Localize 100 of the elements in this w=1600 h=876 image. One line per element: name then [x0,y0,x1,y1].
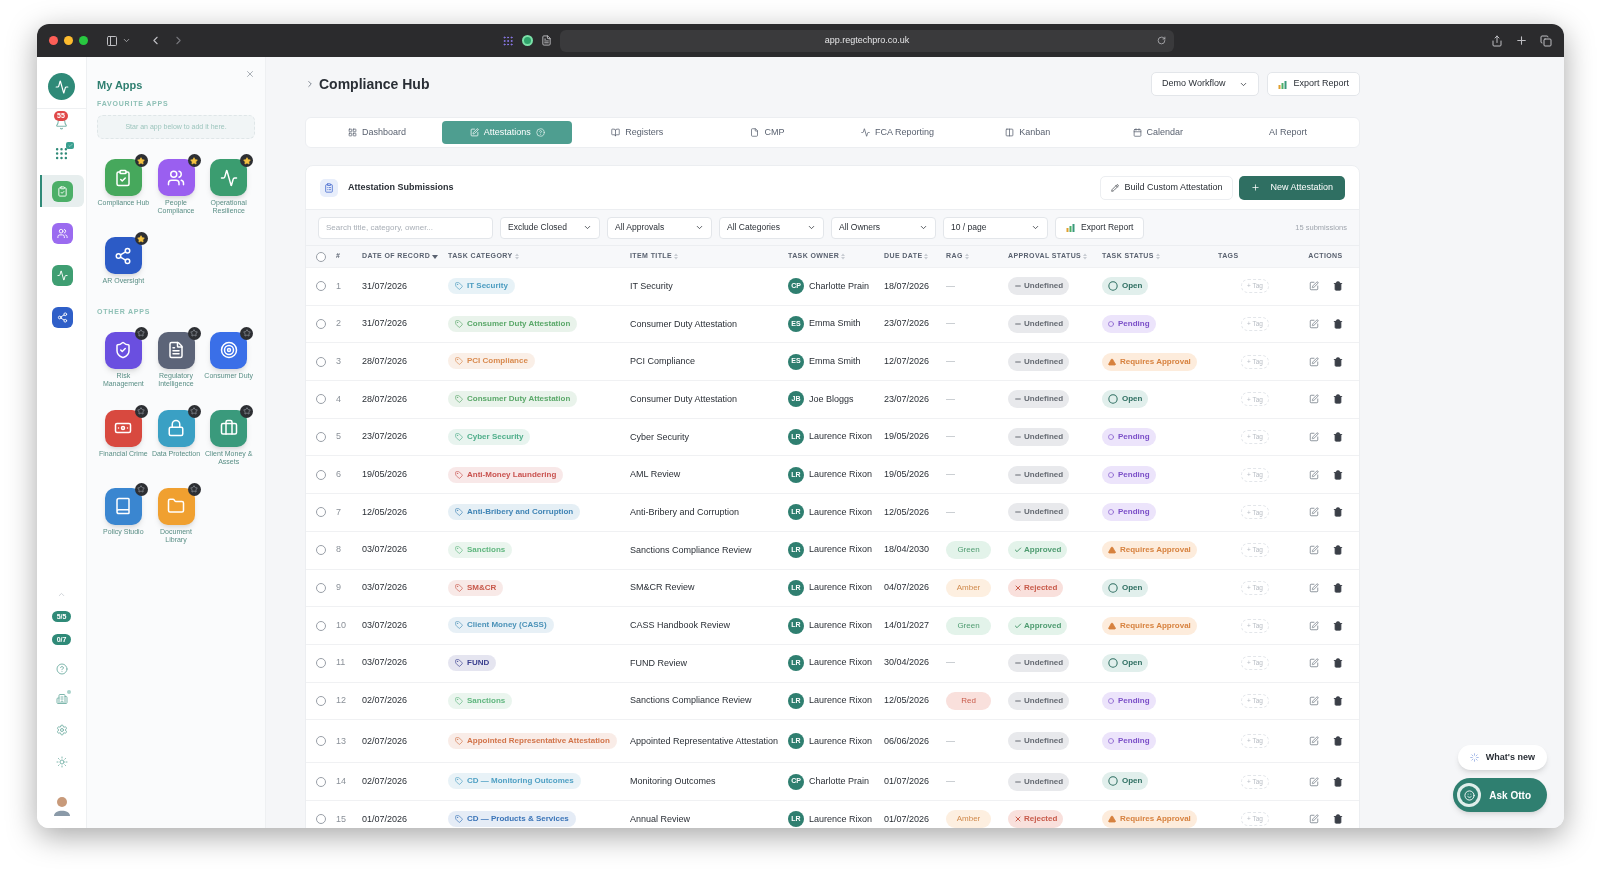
app-tile[interactable] [104,487,142,525]
ask-otto-button[interactable]: Ask Otto [1453,778,1547,812]
app-tile[interactable] [157,409,195,447]
zoom-window-button[interactable] [79,36,88,45]
star-icon[interactable] [240,404,254,418]
share-icon[interactable] [1491,34,1503,47]
delete-icon[interactable] [1332,281,1343,292]
checkbox[interactable] [316,814,326,825]
checkbox[interactable] [316,582,326,593]
filter-dropdown[interactable]: All Approvals [607,216,712,239]
address-bar[interactable]: app.regtechpro.co.uk [560,29,1174,52]
app-tile[interactable] [104,331,142,369]
delete-icon[interactable] [1332,507,1343,518]
star-icon[interactable] [134,326,148,340]
grid-icon[interactable] [502,34,514,47]
reload-icon[interactable] [1157,36,1166,45]
rail-app-item[interactable] [39,175,84,207]
app-tile[interactable] [104,159,142,196]
owner-name: Joe Bloggs [809,392,854,406]
delete-icon[interactable] [1332,394,1343,405]
delete-icon[interactable] [1332,582,1343,593]
star-icon[interactable] [187,482,201,496]
app-tile[interactable] [210,331,248,369]
delete-icon[interactable] [1332,695,1343,706]
checkbox[interactable] [316,620,326,631]
tab[interactable]: Registers [572,121,703,144]
breadcrumb-chevron-icon[interactable] [305,79,315,89]
delete-icon[interactable] [1332,469,1343,480]
logo-icon[interactable] [48,73,75,100]
tabs-overview-icon[interactable] [1540,34,1552,47]
new-tab-icon[interactable] [1515,34,1528,47]
star-icon[interactable] [187,326,201,340]
checkbox[interactable] [316,356,326,367]
app-tile[interactable] [157,331,195,369]
checkbox[interactable] [316,695,326,706]
tab[interactable]: AI Report [1222,121,1353,144]
rail-app-icon[interactable] [52,306,73,328]
checkbox[interactable] [316,281,326,292]
checkbox[interactable] [316,394,326,405]
tab[interactable]: Attestations [442,121,573,144]
delete-icon[interactable] [1332,814,1343,825]
star-icon[interactable] [240,326,254,340]
checkbox[interactable] [316,469,326,480]
star-icon[interactable] [134,232,148,245]
checkbox[interactable] [316,545,326,556]
tab[interactable]: Calendar [1092,121,1223,144]
workflow-dropdown[interactable]: Demo Workflow [1151,72,1260,96]
star-icon[interactable] [134,404,148,418]
minimize-window-button[interactable] [64,36,73,45]
filter-dropdown[interactable]: 10 / page [943,216,1048,239]
filter-dropdown[interactable]: Exclude Closed [500,216,600,239]
search-field[interactable]: Search title, category, owner... [318,216,493,239]
delete-icon[interactable] [1332,620,1343,631]
star-icon[interactable] [134,154,148,167]
app-tile[interactable] [157,159,195,196]
app-tile[interactable] [210,409,248,447]
filter-dropdown[interactable]: All Categories [719,216,824,239]
export-report-button[interactable]: Export Report [1055,216,1145,239]
build-custom-attestation-button[interactable]: Build Custom Attestation [1100,175,1234,200]
sidebar-icon[interactable] [106,34,118,47]
checkbox[interactable] [316,776,326,787]
reader-icon[interactable] [541,35,552,46]
chevron-down-icon[interactable] [122,36,131,45]
avatar[interactable] [52,796,71,816]
delete-icon[interactable] [1332,658,1343,669]
delete-icon[interactable] [1332,736,1343,747]
tab[interactable]: Dashboard [312,121,443,144]
tab[interactable]: Kanban [962,121,1093,144]
apps-grid-icon[interactable] [54,146,69,161]
tab[interactable]: FCA Reporting [832,121,963,144]
lock-icon [167,419,185,437]
delete-icon[interactable] [1332,545,1343,556]
delete-icon[interactable] [1332,319,1343,330]
tag-icon [455,696,463,705]
checkbox[interactable] [316,319,326,330]
checkbox[interactable] [316,251,326,262]
delete-icon[interactable] [1332,356,1343,367]
star-icon[interactable] [240,154,254,167]
checkbox[interactable] [316,736,326,747]
app-tile[interactable] [210,159,248,196]
star-icon[interactable] [134,482,148,496]
rail-app-icon[interactable] [52,222,73,244]
extension-icon[interactable] [522,35,533,46]
star-icon[interactable] [187,404,201,418]
star-icon[interactable] [187,154,201,167]
whats-new-button[interactable]: What's new [1457,745,1547,770]
checkbox[interactable] [316,507,326,518]
filter-dropdown[interactable]: All Owners [831,216,936,239]
rail-app-icon[interactable] [52,264,73,286]
close-window-button[interactable] [49,36,58,45]
new-attestation-button[interactable]: New Attestation [1239,175,1345,200]
app-tile[interactable] [104,237,142,274]
export-report-button[interactable]: Export Report [1267,72,1360,96]
app-tile[interactable] [157,487,195,525]
checkbox[interactable] [316,432,326,443]
delete-icon[interactable] [1332,776,1343,787]
delete-icon[interactable] [1332,432,1343,443]
tab[interactable]: CMP [702,121,833,144]
app-tile[interactable] [104,409,142,447]
checkbox[interactable] [316,658,326,669]
